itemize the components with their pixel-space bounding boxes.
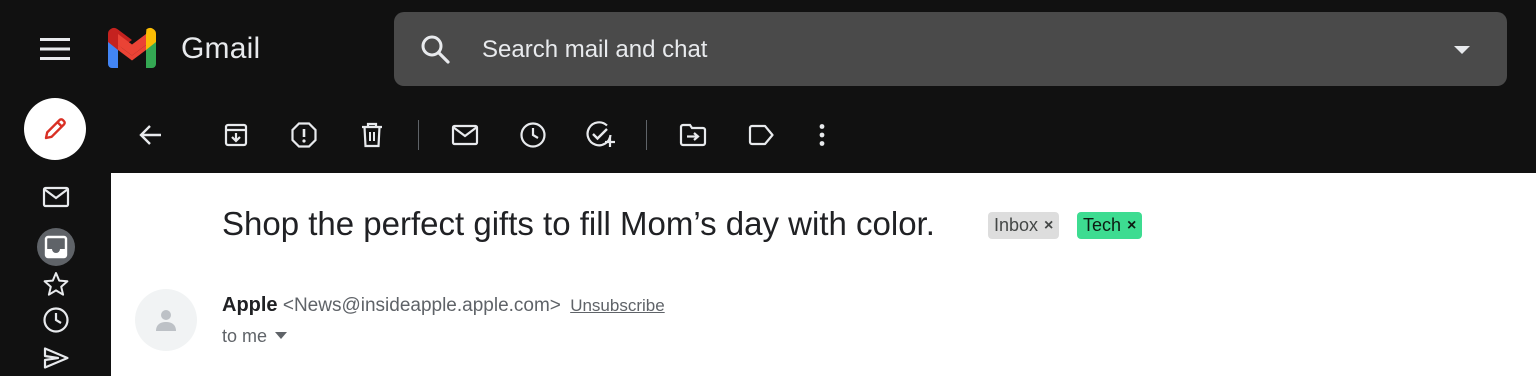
toolbar-divider: [418, 120, 419, 150]
back-button[interactable]: [132, 116, 170, 154]
send-icon: [43, 347, 69, 369]
mark-unread-icon: [451, 124, 479, 146]
toolbar-divider: [646, 120, 647, 150]
sender-email: <News@insideapple.apple.com>: [282, 295, 561, 316]
hamburger-menu-icon: [40, 38, 70, 60]
sender-name[interactable]: Apple: [222, 294, 278, 316]
delete-button[interactable]: [353, 116, 391, 154]
clock-icon: [43, 307, 69, 333]
rail-snoozed[interactable]: [36, 304, 76, 336]
delete-icon: [362, 122, 382, 148]
rail-starred[interactable]: [36, 268, 76, 300]
move-to-folder-icon: [679, 123, 707, 147]
rail-sent[interactable]: [36, 342, 76, 374]
compose-button[interactable]: [24, 98, 86, 160]
sender-avatar[interactable]: [135, 289, 197, 351]
email-subject: Shop the perfect gifts to fill Mom’s day…: [222, 205, 935, 242]
label-chip-tech[interactable]: Tech ×: [1077, 212, 1143, 239]
gmail-m-logo: [108, 28, 156, 68]
remove-label-icon[interactable]: ×: [1127, 212, 1136, 239]
recipient-details-toggle[interactable]: to me: [222, 324, 288, 348]
caret-down-icon: [275, 332, 288, 339]
inbox-icon: [44, 235, 68, 259]
more-vert-icon: [819, 124, 825, 146]
label-button[interactable]: [742, 116, 780, 154]
snooze-button[interactable]: [514, 116, 552, 154]
pencil-icon: [44, 118, 66, 140]
search-input[interactable]: [480, 30, 1384, 70]
archive-icon: [224, 123, 248, 147]
main-menu-button[interactable]: [30, 26, 80, 72]
search-icon[interactable]: [420, 34, 450, 64]
email-reading-pane: Shop the perfect gifts to fill Mom’s day…: [111, 173, 1536, 376]
app-title: Gmail: [181, 32, 261, 65]
recipient-text: to me: [222, 326, 268, 346]
search-bar[interactable]: [394, 12, 1507, 86]
report-spam-button[interactable]: [285, 116, 323, 154]
mark-unread-button[interactable]: [446, 116, 484, 154]
sender-line: Apple <News@insideapple.apple.com> Unsub…: [222, 293, 665, 318]
back-arrow-icon: [139, 125, 161, 145]
snooze-icon: [520, 122, 546, 148]
report-spam-icon: [291, 122, 317, 148]
star-icon: [43, 272, 69, 296]
gmail-logo[interactable]: [104, 26, 162, 72]
label-chip-inbox[interactable]: Inbox ×: [988, 212, 1060, 239]
label-chip-text: Inbox: [994, 215, 1039, 235]
mail-icon: [42, 186, 70, 208]
rail-inbox[interactable]: [37, 228, 75, 266]
more-options-button[interactable]: [803, 116, 841, 154]
rail-mail[interactable]: [36, 181, 76, 213]
move-to-button[interactable]: [674, 116, 712, 154]
person-icon: [156, 310, 176, 331]
archive-button[interactable]: [217, 116, 255, 154]
add-to-tasks-button[interactable]: [582, 116, 620, 154]
label-chip-text: Tech: [1083, 215, 1122, 235]
remove-label-icon[interactable]: ×: [1044, 212, 1053, 239]
label-icon: [748, 124, 774, 146]
unsubscribe-link[interactable]: Unsubscribe: [570, 296, 665, 315]
search-options-caret-down-icon[interactable]: [1453, 44, 1471, 56]
add-to-tasks-icon: [586, 121, 615, 147]
